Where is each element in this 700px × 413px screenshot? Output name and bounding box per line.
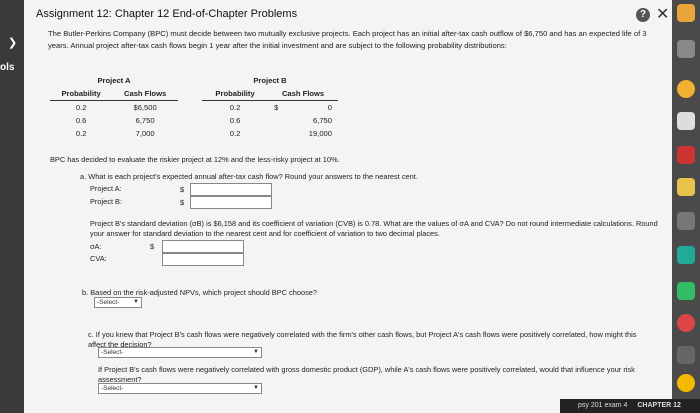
table-cell: 0.2 [75,103,87,112]
question-b: b. Based on the risk-adjusted NPVs, whic… [82,288,317,297]
app-icon[interactable] [677,146,695,164]
table-cell: 0.2 [229,103,241,112]
project-b-expected-cf-input[interactable] [190,196,272,209]
project-b-title: Project B [253,76,287,85]
dollar-sign: $ [180,185,185,194]
question-d-select[interactable]: -Select- ▼ [98,383,262,394]
table-cell: 0.6 [75,116,87,125]
col-header-cash-flows: Cash Flows [268,87,338,101]
chevron-down-icon: ▼ [133,299,139,305]
select-value: -Select- [101,385,124,392]
table-cell: 6,750 [312,116,332,125]
question-d: If Project B's cash flows were negativel… [98,365,635,384]
cv-a-input[interactable] [162,253,244,266]
col-header-probability: Probability [50,87,113,101]
project-a-table: Project A Probability Cash Flows 0.2 $6,5… [50,74,178,140]
project-b-table: Project B Probability Cash Flows 0.2 $0 0… [202,74,338,140]
sigma-a-label: σA: [90,242,102,251]
right-sidebar [672,0,700,413]
sidebar-tools-label: ols [0,62,15,73]
app-icon[interactable] [677,40,695,58]
select-value: -Select- [97,299,120,306]
app-icon[interactable] [677,178,695,196]
col-header-probability: Probability [202,87,269,101]
app-icon[interactable] [677,314,695,332]
chevron-down-icon: ▼ [253,349,259,355]
project-b-label: Project B: [90,197,123,206]
table-cell: 0 [327,103,332,112]
app-icon[interactable] [677,246,695,264]
discount-rate-text: BPC has decided to evaluate the riskier … [50,155,340,164]
sigma-a-input[interactable] [162,240,244,253]
app-icon[interactable] [677,80,695,98]
app-icon[interactable] [677,346,695,364]
app-icon[interactable] [677,4,695,22]
help-icon[interactable]: ? [636,8,650,22]
project-a-title: Project A [97,76,131,85]
project-a-expected-cf-input[interactable] [190,183,272,196]
question-c-select[interactable]: -Select- ▼ [98,347,262,358]
cv-a-label: CVA: [90,254,107,263]
left-sidebar: ❯ ols [0,0,24,413]
taskbar: psy 201 exam 4 CHAPTER 12 [560,399,700,413]
table-cell: 6,750 [135,116,155,125]
question-b-select[interactable]: -Select- ▼ [94,297,142,308]
project-a-label: Project A: [90,184,122,193]
table-cell: 7,000 [135,129,155,138]
table-cell: 19,000 [308,129,332,138]
taskbar-item[interactable]: psy 201 exam 4 [578,402,627,409]
chevron-right-icon[interactable]: ❯ [8,36,17,49]
problem-intro: The Butler-Perkins Company (BPC) must de… [48,29,647,50]
app-icon[interactable] [677,112,695,130]
app-icon[interactable] [677,282,695,300]
std-dev-question: Project B's standard deviation (σB) is $… [90,219,658,238]
select-value: -Select- [101,349,124,356]
table-cell: 0.2 [229,129,241,138]
chevron-down-icon: ▼ [253,385,259,391]
table-cell: 0.6 [229,116,241,125]
table-cell: 0.2 [75,129,87,138]
dollar-sign: $ [180,198,185,207]
table-cell [268,114,290,127]
close-icon[interactable]: ✕ [656,4,669,24]
dollar-sign: $ [150,242,155,251]
table-cell: $6,500 [133,103,157,112]
assignment-page: Assignment 12: Chapter 12 End-of-Chapter… [24,0,672,413]
table-cell [268,127,290,140]
taskbar-item[interactable]: CHAPTER 12 [637,402,681,409]
page-title: Assignment 12: Chapter 12 End-of-Chapter… [36,8,298,20]
table-cell: $ [274,103,279,112]
app-icon[interactable] [677,374,695,392]
col-header-cash-flows: Cash Flows [112,87,178,101]
app-icon[interactable] [677,212,695,230]
question-a: a. What is each project's expected annua… [80,172,418,181]
